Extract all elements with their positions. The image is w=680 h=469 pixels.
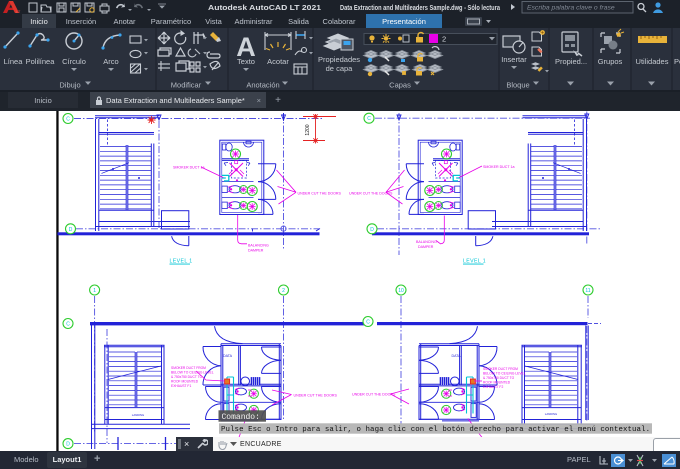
svg-text:Texto: Texto [237, 57, 255, 66]
svg-text:1200: 1200 [305, 124, 311, 135]
svg-text:de capa: de capa [326, 64, 354, 73]
svg-text:Anotación: Anotación [246, 81, 279, 90]
svg-text:Línea: Línea [4, 57, 24, 66]
svg-text:C: C [366, 320, 370, 326]
svg-text:D: D [66, 442, 70, 448]
svg-text:UNDER CUT THE DOORS: UNDER CUT THE DOORS [352, 393, 396, 397]
svg-text:1: 1 [93, 288, 96, 294]
svg-text:BELOW TO CEILING LEVEL: BELOW TO CEILING LEVEL [171, 371, 214, 375]
svg-text:BALANCING: BALANCING [248, 244, 269, 248]
svg-text:Comando:: Comando: [222, 413, 260, 422]
svg-text:DAMPER: DAMPER [248, 249, 264, 253]
svg-text:Data Extraction and Multileade: Data Extraction and Multileaders Sample.… [340, 3, 501, 12]
svg-text:Modificar: Modificar [171, 81, 202, 90]
svg-text:2: 2 [282, 288, 285, 294]
svg-text:& 750x750 DUCT TO: & 750x750 DUCT TO [171, 375, 203, 379]
svg-text:EXHAUST F1: EXHAUST F1 [171, 384, 191, 388]
svg-text:UNDER CUT THE DOORS: UNDER CUT THE DOORS [298, 191, 342, 195]
svg-text:D: D [69, 227, 73, 233]
svg-text:DAMPER: DAMPER [418, 245, 434, 249]
svg-text:Insertar: Insertar [501, 55, 527, 64]
svg-text:UNDER CUT THE DOORS: UNDER CUT THE DOORS [294, 394, 338, 398]
svg-text:Acotar: Acotar [267, 57, 289, 66]
svg-text:11: 11 [585, 288, 590, 294]
svg-text:Círculo: Círculo [62, 57, 86, 66]
svg-text:2: 2 [442, 35, 446, 44]
svg-text:SMOKER DUCT 1a: SMOKER DUCT 1a [483, 165, 515, 169]
svg-text:ROOF MOUNTED: ROOF MOUNTED [171, 380, 199, 384]
svg-text:BALANCING: BALANCING [416, 240, 437, 244]
svg-text:Utilidades: Utilidades [636, 57, 669, 66]
svg-text:Dibujo: Dibujo [59, 81, 80, 90]
svg-text:Escriba palabra clave o frase: Escriba palabra clave o frase [527, 5, 615, 12]
svg-text:LANDING: LANDING [132, 413, 144, 417]
svg-text:ROOF MOUNTED: ROOF MOUNTED [483, 381, 511, 385]
svg-text:BELOW TO CEILING LEVEL: BELOW TO CEILING LEVEL [483, 372, 526, 376]
svg-text:D: D [370, 227, 374, 233]
svg-text:C: C [367, 116, 371, 122]
svg-text:SMOKER DUCT FROM: SMOKER DUCT FROM [171, 366, 206, 370]
svg-text:Pulse Esc o Intro para salir,: Pulse Esc o Intro para salir, o haga cli… [221, 426, 650, 434]
svg-text:10: 10 [398, 288, 404, 294]
svg-text:Capas: Capas [389, 81, 411, 90]
svg-text:SMOKER DUCT FROM: SMOKER DUCT FROM [483, 367, 518, 371]
svg-text:Po: Po [674, 57, 680, 66]
svg-text:SMOKER DUCT 1a: SMOKER DUCT 1a [173, 165, 205, 169]
svg-text:Propiedades: Propiedades [318, 55, 360, 64]
svg-text:Grupos: Grupos [598, 57, 623, 66]
svg-text:Bloque: Bloque [506, 81, 529, 90]
svg-text:Propied...: Propied... [555, 57, 587, 66]
svg-text:LANDING: LANDING [545, 412, 557, 416]
svg-text:Arco: Arco [103, 57, 118, 66]
svg-text:C: C [66, 322, 70, 328]
svg-text:Polilínea: Polilínea [26, 57, 56, 66]
svg-text:EXHAUST F2: EXHAUST F2 [483, 385, 503, 389]
svg-text:DATA: DATA [451, 354, 461, 358]
svg-text:& 750x750 DUCT TO: & 750x750 DUCT TO [483, 376, 515, 380]
svg-text:C: C [66, 117, 70, 123]
svg-text:Autodesk AutoCAD LT 2021: Autodesk AutoCAD LT 2021 [208, 3, 321, 12]
svg-text:DATA: DATA [223, 354, 233, 358]
